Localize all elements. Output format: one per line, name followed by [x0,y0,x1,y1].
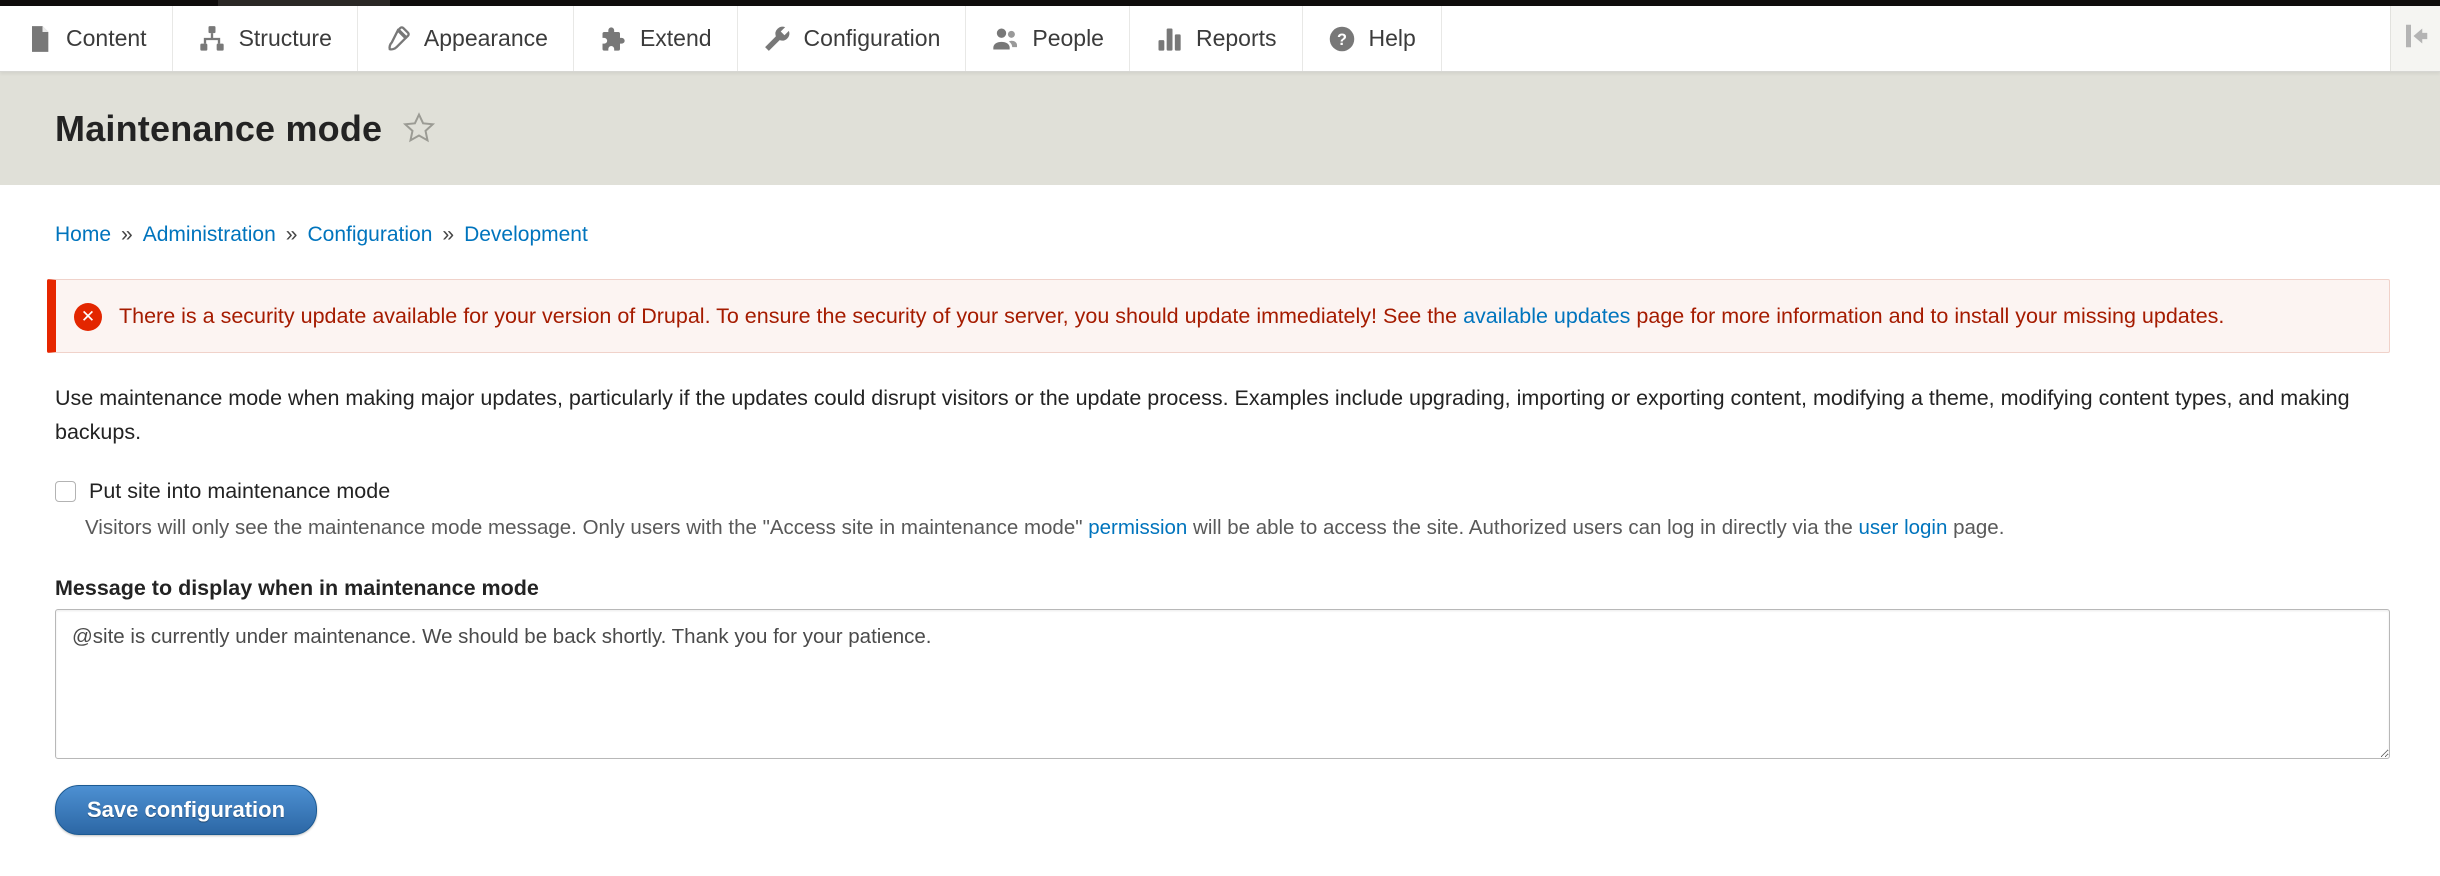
menu-item-reports[interactable]: Reports [1130,6,1303,71]
checkbox-desc-before: Visitors will only see the maintenance m… [85,516,1088,539]
breadcrumb-link-configuration[interactable]: Configuration [307,223,432,246]
permission-link[interactable]: permission [1088,516,1187,539]
breadcrumb-separator: » [442,223,454,246]
breadcrumb-separator: » [286,223,298,246]
error-text-before: There is a security update available for… [119,304,1463,328]
page-header: Maintenance mode [0,72,2440,185]
menu-item-label: Content [66,25,147,52]
configuration-icon [763,25,791,53]
menu-item-extend[interactable]: Extend [574,6,738,71]
breadcrumb-link-administration[interactable]: Administration [143,223,276,246]
menu-item-label: Appearance [424,25,548,52]
page-title: Maintenance mode [55,108,382,150]
maintenance-mode-checkbox[interactable] [55,481,76,502]
people-icon [991,25,1019,53]
help-icon: ? [1328,25,1356,53]
reports-icon [1155,25,1183,53]
menu-item-label: Reports [1196,25,1277,52]
save-configuration-button[interactable]: Save configuration [55,785,317,835]
content-icon [25,25,53,53]
menu-item-label: Extend [640,25,712,52]
maintenance-mode-checkbox-row: Put site into maintenance mode [55,479,2390,504]
menu-item-label: Configuration [804,25,941,52]
breadcrumb: Home » Administration » Configuration » Develo… [0,185,2440,247]
maintenance-message-textarea[interactable]: @site is currently under maintenance. We… [55,609,2390,759]
menu-item-label: Structure [239,25,332,52]
breadcrumb-link-development[interactable]: Development [464,223,588,246]
menu-item-appearance[interactable]: Appearance [358,6,574,71]
appearance-icon [383,25,411,53]
menu-item-structure[interactable]: Structure [173,6,358,71]
breadcrumb-separator: » [121,223,133,246]
checkbox-desc-after: page. [1947,516,2004,539]
available-updates-link[interactable]: available updates [1463,304,1630,328]
maintenance-message-label: Message to display when in maintenance m… [55,576,2390,601]
menu-item-help[interactable]: ? Help [1303,6,1442,71]
maintenance-mode-checkbox-label[interactable]: Put site into maintenance mode [89,479,390,504]
menu-item-content[interactable]: Content [0,6,173,71]
error-text-after: page for more information and to install… [1630,304,2224,328]
admin-menu-bar: Content Structure Appearance Extend Conf… [0,6,2440,72]
maintenance-mode-intro: Use maintenance mode when making major u… [55,381,2390,449]
maintenance-mode-checkbox-description: Visitors will only see the maintenance m… [85,513,2390,543]
shortcut-star-icon[interactable] [402,111,436,150]
error-message-text: There is a security update available for… [119,299,2224,333]
error-icon: ✕ [74,303,102,331]
error-message-box: ✕ There is a security update available f… [47,279,2390,353]
user-login-link[interactable]: user login [1859,516,1948,539]
extend-icon [599,25,627,53]
toolbar-spacer [1442,6,2390,71]
menu-item-label: People [1032,25,1104,52]
svg-text:?: ? [1337,30,1347,48]
collapse-left-icon [2401,21,2431,56]
menu-item-label: Help [1369,25,1416,52]
menu-item-configuration[interactable]: Configuration [738,6,967,71]
checkbox-desc-middle: will be able to access the site. Authori… [1187,516,1858,539]
structure-icon [198,25,226,53]
breadcrumb-link-home[interactable]: Home [55,223,111,246]
toolbar-orientation-toggle[interactable] [2390,6,2440,71]
menu-item-people[interactable]: People [966,6,1130,71]
